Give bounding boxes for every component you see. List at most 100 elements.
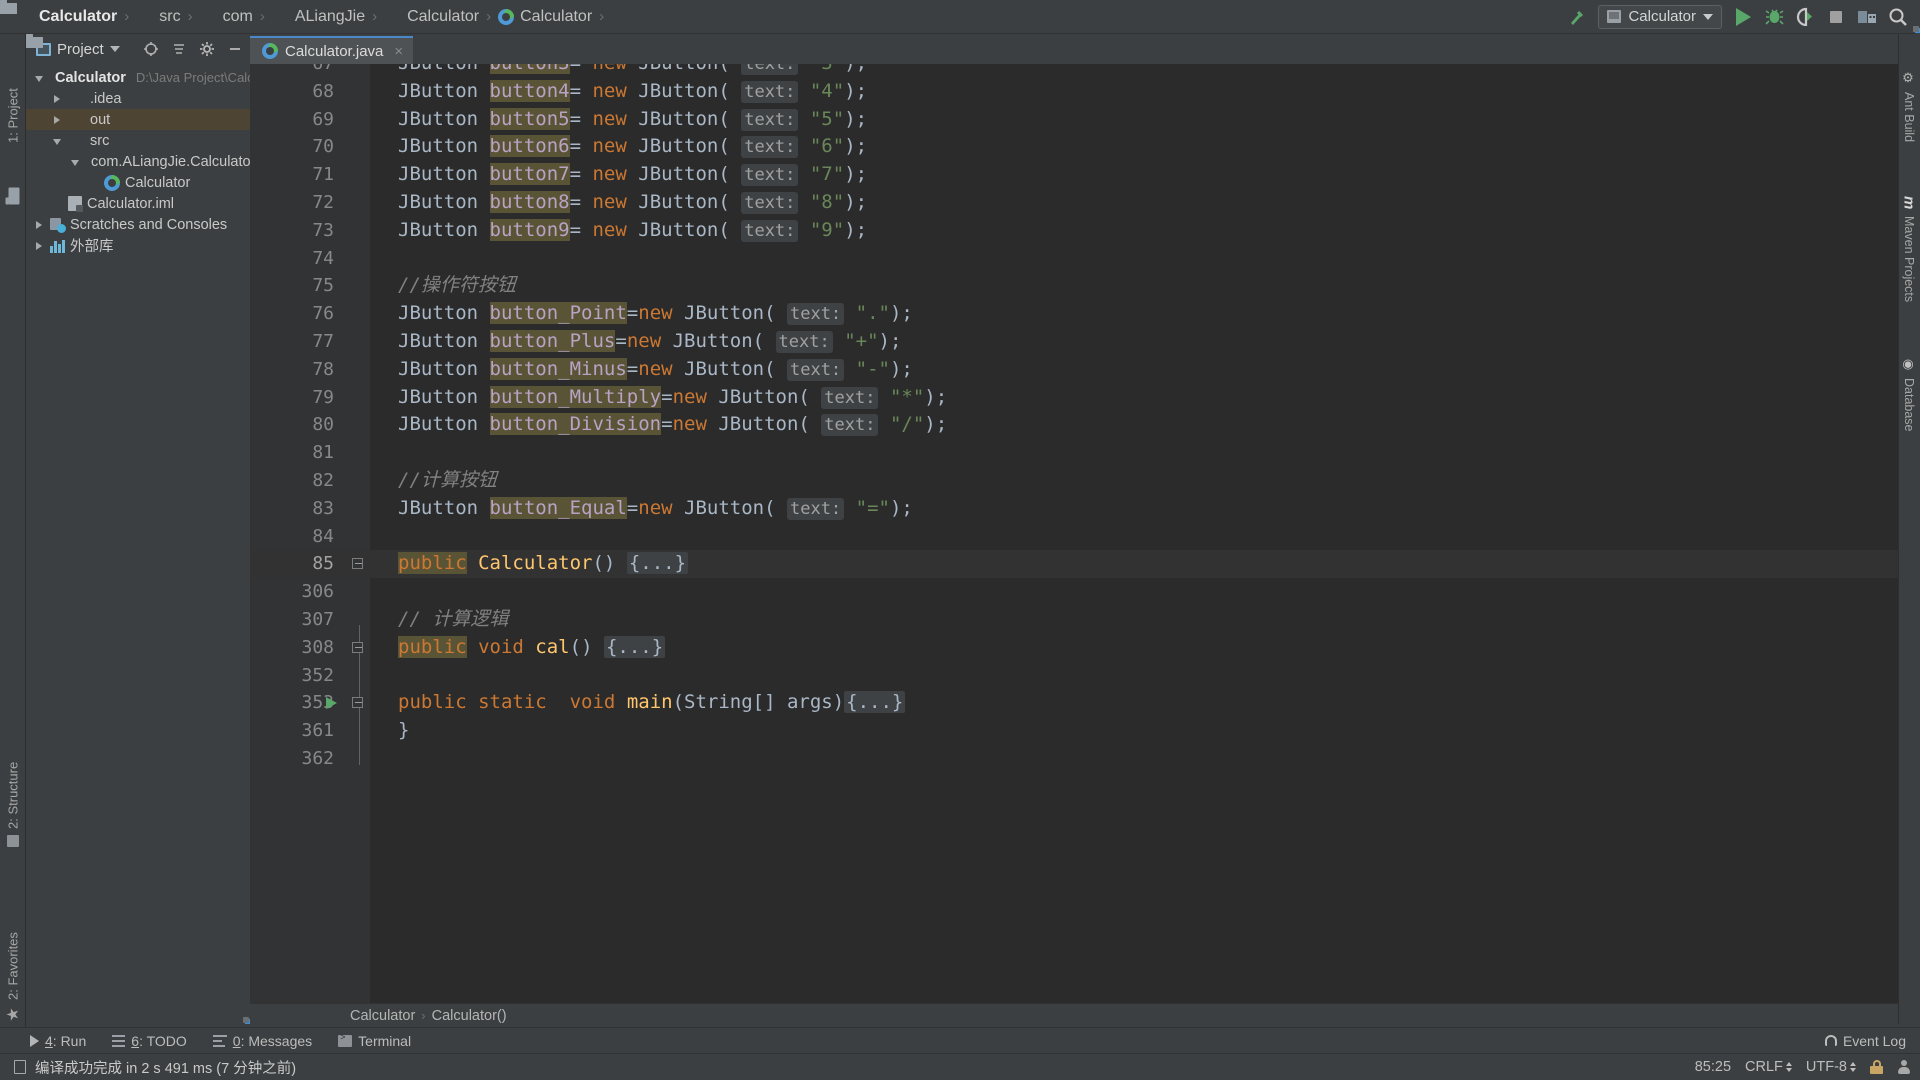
- twisty-down-icon[interactable]: [32, 70, 45, 86]
- code-line-70[interactable]: 70 JButton button6= new JButton( text: "6…: [250, 133, 1920, 161]
- code-line-79[interactable]: 79 JButton button_Multiply=new JButton( t…: [250, 384, 1920, 412]
- fold-collapse-icon[interactable]: [352, 697, 363, 709]
- gutter-run-icon[interactable]: [326, 697, 337, 710]
- code-line-78[interactable]: 78 JButton button_Minus=new JButton( text…: [250, 356, 1920, 384]
- code-line-76[interactable]: 76 JButton button_Point=new JButton( text…: [250, 300, 1920, 328]
- tree-node-com-aliangjie-calculator[interactable]: com.ALiangJie.Calculator: [26, 34, 250, 1023]
- code-line-77[interactable]: 77 JButton button_Plus=new JButton( text:…: [250, 328, 1920, 356]
- code-line-81[interactable]: 81: [250, 439, 1920, 467]
- debug-button[interactable]: [1760, 4, 1788, 30]
- code-token: JButton: [684, 357, 765, 380]
- search-everywhere-button[interactable]: [1884, 4, 1912, 30]
- line-separator-selector[interactable]: CRLF: [1745, 1059, 1792, 1075]
- breadcrumb-label: Calculator: [520, 7, 593, 25]
- project-tree[interactable]: Calculator D:\Java Project\Calc .idea out sr…: [26, 34, 251, 1025]
- encoding-selector[interactable]: UTF-8: [1806, 1059, 1856, 1075]
- chevron-down-icon[interactable]: [109, 46, 120, 52]
- project-structure-button[interactable]: [1853, 4, 1881, 30]
- code-line-71[interactable]: 71 JButton button7= new JButton( text: "7…: [250, 161, 1920, 189]
- event-log-button[interactable]: Event Log: [1824, 1033, 1906, 1049]
- sidebar-item-ant-build[interactable]: ⚙ Ant Build: [1898, 52, 1920, 162]
- code-line-82[interactable]: 82 //计算按钮: [250, 467, 1920, 495]
- fold-collapse-icon[interactable]: [352, 641, 363, 653]
- code-line-69[interactable]: 69 JButton button5= new JButton( text: "5…: [250, 106, 1920, 134]
- run-configuration-selector[interactable]: Calculator: [1598, 4, 1722, 29]
- code-line-67[interactable]: 67JButton button3= new JButton( text: "3…: [250, 64, 1920, 78]
- tree-node----[interactable]: 外部库: [26, 235, 250, 256]
- code-line-306[interactable]: 306: [250, 578, 1920, 606]
- close-icon[interactable]: ×: [394, 43, 403, 60]
- twisty-right-icon[interactable]: [32, 217, 45, 233]
- breadcrumb-item-calculator[interactable]: Calculator: [0, 0, 1920, 34]
- code-line-73[interactable]: 73 JButton button9= new JButton( text: "9…: [250, 217, 1920, 245]
- tree-node-calculator[interactable]: Calculator D:\Java Project\Calc: [26, 34, 251, 1025]
- caret-position[interactable]: 85:25: [1695, 1059, 1731, 1075]
- run-button[interactable]: [1729, 4, 1757, 30]
- editor-breadcrumb-item[interactable]: Calculator: [350, 1008, 415, 1024]
- hide-panel-button[interactable]: [224, 38, 246, 60]
- fold-collapse-icon[interactable]: [352, 558, 363, 570]
- tool-button-terminal[interactable]: Terminal: [338, 1032, 411, 1049]
- tree-node-calculator[interactable]: Calculator: [26, 172, 250, 193]
- lock-icon[interactable]: [1870, 1060, 1883, 1074]
- run-with-coverage-button[interactable]: [1791, 4, 1819, 30]
- breadcrumb-item-calculator[interactable]: Calculator: [0, 0, 1919, 32]
- tool-button-todo[interactable]: 6: TODO: [112, 1033, 187, 1049]
- tree-node-src[interactable]: src: [26, 34, 250, 151]
- code-line-361[interactable]: 361}: [250, 717, 1920, 745]
- twisty-right-icon[interactable]: [50, 91, 63, 107]
- database-icon: ◉: [1901, 356, 1917, 372]
- breadcrumb-item-com[interactable]: com: [0, 0, 1919, 32]
- tree-node-calculator-iml[interactable]: Calculator.iml: [26, 193, 250, 214]
- code-line-72[interactable]: 72 JButton button8= new JButton( text: "8…: [250, 189, 1920, 217]
- collapse-all-button[interactable]: [168, 38, 190, 60]
- code-line-68[interactable]: 68 JButton button4= new JButton( text: "4…: [250, 78, 1920, 106]
- tool-button-messages[interactable]: 0: Messages: [212, 1033, 312, 1049]
- code-line-75[interactable]: 75 //操作符按钮: [250, 272, 1920, 300]
- stop-button[interactable]: [1822, 4, 1850, 30]
- run-configuration-label: Calculator: [1628, 8, 1696, 25]
- code-content[interactable]: 67JButton button3= new JButton( text: "3…: [250, 64, 1920, 1024]
- sidebar-item-structure[interactable]: 2: Structure: [0, 734, 26, 874]
- code-line-307[interactable]: 307 // 计算逻辑: [250, 606, 1920, 634]
- sidebar-item-maven-projects[interactable]: m Maven Projects: [1898, 174, 1920, 324]
- sidebar-item-project[interactable]: 1: Project: [0, 56, 26, 176]
- code-token: "6": [809, 135, 845, 158]
- tree-node-out[interactable]: out: [26, 34, 250, 130]
- code-line-80[interactable]: 80 JButton button_Division=new JButton( t…: [250, 411, 1920, 439]
- twisty-right-icon[interactable]: [32, 238, 45, 254]
- code-line-362[interactable]: 362: [250, 745, 1920, 773]
- tool-button-run[interactable]: 4: Run: [30, 1033, 86, 1049]
- breadcrumb-item-calculator[interactable]: Calculator: [496, 6, 594, 28]
- code-line-74[interactable]: 74: [250, 245, 1920, 273]
- status-message-area[interactable]: 编译成功完成 in 2 s 491 ms (7 分钟之前): [14, 1057, 296, 1078]
- code-line-308[interactable]: 308 public void cal() {...}: [250, 634, 1920, 662]
- twisty-down-icon[interactable]: [50, 133, 63, 149]
- build-hammer-icon[interactable]: [1563, 4, 1591, 30]
- gear-icon[interactable]: [196, 38, 218, 60]
- code-line-83[interactable]: 83 JButton button_Equal=new JButton( text…: [250, 495, 1920, 523]
- tree-node--idea[interactable]: .idea: [26, 34, 250, 109]
- editor-breadcrumb-bar[interactable]: Calculator › Calculator(): [250, 1003, 1920, 1027]
- encoding-label: UTF-8: [1805, 1059, 1847, 1075]
- code-line-84[interactable]: 84: [250, 523, 1920, 551]
- sidebar-item-database[interactable]: ◉ Database: [1898, 339, 1920, 449]
- code-line-85[interactable]: 85 public Calculator() {...}: [250, 550, 1920, 579]
- sidebar-item-favorites[interactable]: ★ 2: Favorites: [0, 914, 26, 1044]
- code-editor[interactable]: 67JButton button3= new JButton( text: "3…: [250, 64, 1920, 1024]
- tree-node-label: out: [90, 111, 111, 128]
- person-icon[interactable]: [1897, 1059, 1910, 1075]
- breadcrumb-item-aliangjie[interactable]: ALiangJie: [0, 0, 1919, 32]
- ant-build-label: Ant Build: [1902, 92, 1916, 143]
- breadcrumb-item-src[interactable]: src: [0, 0, 182, 28]
- tree-node-scratches-and-consoles[interactable]: Scratches and Consoles: [26, 214, 250, 235]
- code-line-352[interactable]: 352: [250, 662, 1920, 690]
- editor-breadcrumb-item[interactable]: Calculator(): [432, 1008, 507, 1024]
- code-line-353[interactable]: 353 public static void main(String[] args…: [250, 689, 1920, 717]
- locate-file-button[interactable]: [140, 38, 162, 60]
- twisty-right-icon[interactable]: [50, 112, 63, 128]
- twisty-down-icon[interactable]: [68, 154, 81, 170]
- editor-tab-calculator-java[interactable]: Calculator.java ×: [250, 36, 414, 64]
